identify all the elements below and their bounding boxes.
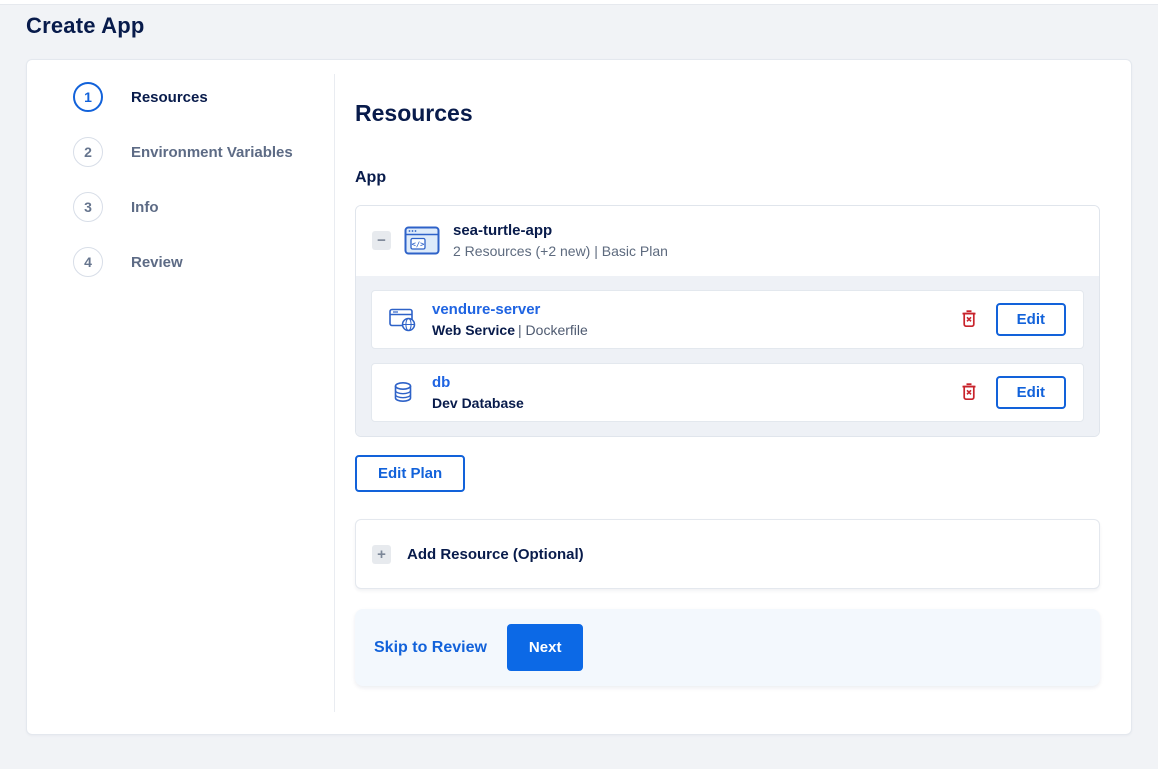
app-name: sea-turtle-app [453, 222, 553, 239]
resource-identity: vendure-server Web Service | Dockerfile [432, 301, 588, 338]
app-section-label: App [355, 169, 387, 186]
content-heading: Resources [355, 100, 473, 126]
add-resource-label: Add Resource (Optional) [407, 545, 584, 563]
plus-icon: + [372, 544, 391, 564]
app-window-code-icon: </> [404, 226, 440, 255]
step-number-badge: 4 [73, 247, 103, 277]
resource-name-link[interactable]: vendure-server [432, 301, 588, 318]
step-number-badge: 3 [73, 192, 103, 222]
delete-resource-button[interactable] [957, 305, 981, 335]
trash-icon [961, 309, 977, 331]
edit-plan-button[interactable]: Edit Plan [355, 455, 466, 492]
step-number-badge: 2 [73, 137, 103, 167]
resource-row-vendure-server: vendure-server Web Service| Dockerfile [371, 290, 1084, 349]
resource-detail: | Dockerfile [518, 322, 588, 338]
step-resources[interactable]: 1 Resources [73, 82, 334, 112]
page-title: Create App [26, 13, 145, 38]
resource-type: Dev Database [432, 395, 524, 411]
resource-subtitle: Web Service | Dockerfile [432, 322, 588, 338]
trash-icon [961, 382, 977, 404]
top-border-strip [0, 0, 1158, 5]
step-info[interactable]: 3 Info [73, 192, 334, 222]
resource-list: vendure-server Web Service| Dockerfile [356, 276, 1099, 436]
collapse-app-button[interactable]: − [372, 231, 391, 250]
edit-resource-button[interactable]: Edit [995, 376, 1066, 409]
edit-resource-button[interactable]: Edit [995, 303, 1066, 336]
step-review[interactable]: 4 Review [73, 247, 334, 277]
skip-to-review-link[interactable]: Skip to Review [374, 639, 487, 657]
resource-identity: db Dev Database [432, 374, 527, 411]
resource-name-link[interactable]: db [432, 374, 527, 391]
step-number-badge: 1 [73, 82, 103, 112]
next-button[interactable]: Next [506, 624, 584, 671]
app-identity: sea-turtle-app 2 Resources (+2 new) | Ba… [453, 222, 668, 259]
step-label: Info [131, 198, 159, 216]
resource-subtitle: Dev Database [432, 395, 527, 411]
step-environment-variables[interactable]: 2 Environment Variables [73, 137, 334, 167]
step-label: Resources [131, 88, 208, 106]
wizard-footer: Skip to Review Next [355, 609, 1100, 686]
wizard-stepper: 1 Resources 2 Environment Variables 3 In… [27, 74, 335, 712]
resource-type: Web Service [432, 322, 516, 338]
step-content-panel: Resources App − </> sea-turtle-app 2 Res… [335, 60, 1131, 734]
resource-row-db: db Dev Database Edit [371, 363, 1084, 422]
delete-resource-button[interactable] [957, 378, 981, 408]
database-icon [389, 381, 417, 405]
app-resources-card: − </> sea-turtle-app 2 Resources (+2 new… [355, 205, 1100, 437]
step-label: Environment Variables [131, 143, 293, 161]
add-resource-button[interactable]: + Add Resource (Optional) [355, 519, 1100, 589]
app-card-header: − </> sea-turtle-app 2 Resources (+2 new… [356, 206, 1099, 276]
step-label: Review [131, 253, 183, 271]
app-summary: 2 Resources (+2 new) | Basic Plan [453, 243, 668, 259]
svg-text:</>: </> [412, 241, 425, 249]
web-service-icon [389, 308, 417, 332]
create-app-card: 1 Resources 2 Environment Variables 3 In… [26, 59, 1132, 735]
